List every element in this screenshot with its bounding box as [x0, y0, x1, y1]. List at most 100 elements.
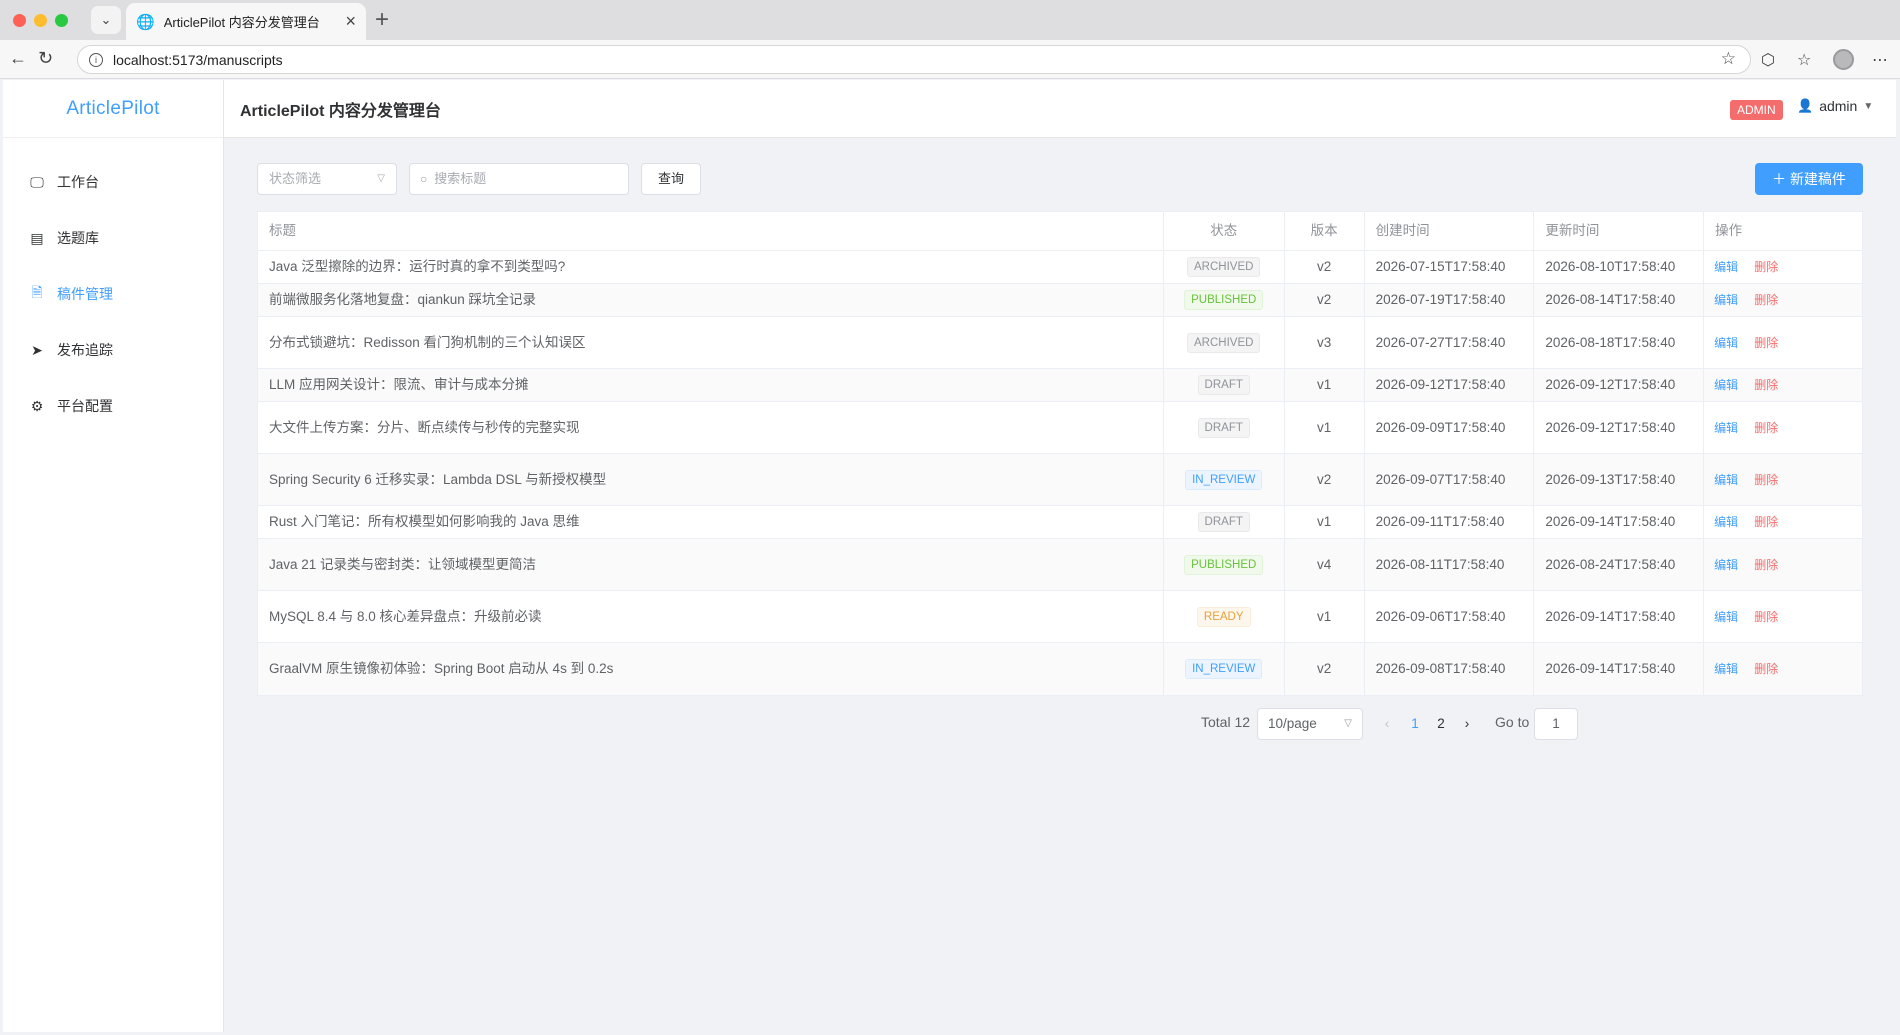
cell-status: DRAFT — [1164, 506, 1285, 538]
cell-updated: 2026-08-18T17:58:40 — [1534, 317, 1705, 368]
browser-window: ⌄ 🌐 ArticlePilot 内容分发管理台 × + ← ↻ i local… — [0, 0, 1900, 1035]
cell-version: v1 — [1285, 402, 1365, 453]
column-header-status[interactable]: 状态 — [1164, 212, 1285, 250]
new-tab-button[interactable]: + — [375, 6, 389, 34]
maximize-window-button[interactable] — [55, 14, 68, 27]
table-row: Rust 入门笔记：所有权模型如何影响我的 Java 思维 DRAFT v1 2026… — [258, 506, 1862, 539]
sidebar-item-publish-tracking[interactable]: ➤ 发布追踪 — [3, 322, 223, 378]
column-header-version[interactable]: 版本 — [1285, 212, 1365, 250]
status-filter-select[interactable]: 状态筛选 ▽ — [257, 163, 397, 195]
app-root: ArticlePilot 🖵 工作台 ▤ 选题库 🗎 稿件管理 ➤ 发布追踪 ⚙… — [3, 80, 1896, 1032]
cell-created: 2026-09-07T17:58:40 — [1365, 454, 1535, 505]
cell-updated: 2026-09-12T17:58:40 — [1534, 369, 1705, 401]
cell-created: 2026-07-27T17:58:40 — [1365, 317, 1535, 368]
page-1-button[interactable]: 1 — [1402, 708, 1428, 740]
sidebar-item-topics[interactable]: ▤ 选题库 — [3, 210, 223, 266]
sidebar-item-label: 选题库 — [57, 230, 99, 246]
url-field[interactable]: i localhost:5173/manuscripts ☆ — [77, 45, 1751, 74]
cell-updated: 2026-08-14T17:58:40 — [1534, 284, 1705, 316]
edit-link[interactable]: 编辑 — [1714, 469, 1738, 491]
column-header-updated[interactable]: 更新时间 — [1534, 212, 1705, 250]
status-badge: READY — [1196, 606, 1251, 627]
cell-actions: 编辑 删除 — [1704, 402, 1862, 453]
chevron-down-icon: ▽ — [1344, 718, 1352, 729]
delete-link[interactable]: 删除 — [1754, 554, 1778, 576]
site-info-icon[interactable]: i — [89, 52, 103, 67]
cell-status: ARCHIVED — [1164, 251, 1285, 283]
cell-created: 2026-08-11T17:58:40 — [1365, 539, 1535, 590]
cell-version: v4 — [1285, 539, 1365, 590]
goto-page-input[interactable]: 1 — [1534, 708, 1578, 740]
tab-title: ArticlePilot 内容分发管理台 — [163, 15, 320, 30]
bookmark-star-icon[interactable]: ☆ — [1721, 49, 1736, 69]
cell-actions: 编辑 删除 — [1704, 284, 1862, 316]
delete-link[interactable]: 删除 — [1754, 606, 1778, 628]
delete-link[interactable]: 删除 — [1754, 332, 1778, 354]
edit-link[interactable]: 编辑 — [1714, 374, 1738, 396]
table-row: 大文件上传方案：分片、断点续传与秒传的完整实现 DRAFT v1 2026-09-09… — [258, 402, 1862, 454]
app-logo[interactable]: ArticlePilot — [3, 80, 223, 138]
back-arrow-icon[interactable]: ← — [9, 48, 27, 69]
prev-page-icon[interactable]: ‹ — [1374, 708, 1400, 740]
new-manuscript-button[interactable]: ＋ 新建稿件 — [1755, 163, 1863, 195]
search-input[interactable]: ○ 搜索标题 — [409, 163, 629, 195]
profile-avatar-icon[interactable] — [1833, 49, 1854, 70]
edit-link[interactable]: 编辑 — [1714, 554, 1738, 576]
delete-link[interactable]: 删除 — [1754, 289, 1778, 311]
edit-link[interactable]: 编辑 — [1714, 289, 1738, 311]
close-tab-icon[interactable]: × — [345, 11, 356, 32]
cell-actions: 编辑 删除 — [1704, 251, 1862, 283]
cell-created: 2026-09-12T17:58:40 — [1365, 369, 1535, 401]
edit-link[interactable]: 编辑 — [1714, 332, 1738, 354]
username: admin — [1819, 98, 1858, 114]
edit-link[interactable]: 编辑 — [1714, 606, 1738, 628]
status-badge: PUBLISHED — [1184, 290, 1264, 310]
cell-version: v3 — [1285, 317, 1365, 368]
extensions-icon[interactable]: ⬡ — [1761, 50, 1775, 70]
more-menu-icon[interactable]: ⋯ — [1872, 50, 1888, 70]
sidebar-item-platform-config[interactable]: ⚙ 平台配置 — [3, 378, 223, 434]
query-button[interactable]: 查询 — [641, 163, 701, 195]
delete-link[interactable]: 删除 — [1754, 469, 1778, 491]
cell-status: PUBLISHED — [1164, 284, 1285, 316]
sidebar-item-manuscripts[interactable]: 🗎 稿件管理 — [3, 266, 223, 322]
cell-title: 前端微服务化落地复盘：qiankun 踩坑全记录 — [258, 284, 1164, 316]
edit-link[interactable]: 编辑 — [1714, 256, 1738, 278]
sidebar-item-workbench[interactable]: 🖵 工作台 — [3, 154, 223, 210]
column-header-created[interactable]: 创建时间 — [1365, 212, 1535, 250]
user-menu[interactable]: 👤 admin ▼ — [1797, 98, 1873, 114]
next-page-icon[interactable]: › — [1454, 708, 1480, 740]
delete-link[interactable]: 删除 — [1754, 374, 1778, 396]
delete-link[interactable]: 删除 — [1754, 417, 1778, 439]
cell-status: ARCHIVED — [1164, 317, 1285, 368]
edit-link[interactable]: 编辑 — [1714, 511, 1738, 533]
delete-link[interactable]: 删除 — [1754, 511, 1778, 533]
tab-bar: ⌄ 🌐 ArticlePilot 内容分发管理台 × + — [0, 0, 1900, 40]
status-badge: DRAFT — [1197, 512, 1250, 532]
sidebar-item-label: 工作台 — [57, 174, 99, 190]
reload-icon[interactable]: ↻ — [38, 48, 53, 69]
app-header: ArticlePilot 内容分发管理台 ADMIN 👤 admin ▼ — [224, 80, 1896, 138]
main-content: 状态筛选 ▽ ○ 搜索标题 查询 ＋ 新建稿件 标题 状态 版本 创建时间 更新… — [224, 138, 1896, 1032]
favorites-icon[interactable]: ☆ — [1797, 50, 1811, 70]
minimize-window-button[interactable] — [34, 14, 47, 27]
delete-link[interactable]: 删除 — [1754, 256, 1778, 278]
browser-tab[interactable]: 🌐 ArticlePilot 内容分发管理台 × — [126, 3, 366, 40]
edit-link[interactable]: 编辑 — [1714, 658, 1738, 680]
cell-updated: 2026-09-14T17:58:40 — [1534, 643, 1705, 695]
page-size-value: 10/page — [1268, 716, 1317, 731]
user-icon: 👤 — [1797, 98, 1814, 113]
column-header-title[interactable]: 标题 — [258, 212, 1164, 250]
cell-status: PUBLISHED — [1164, 539, 1285, 590]
cell-updated: 2026-08-24T17:58:40 — [1534, 539, 1705, 590]
tab-list-chevron-icon[interactable]: ⌄ — [91, 6, 121, 34]
close-window-button[interactable] — [13, 14, 26, 27]
cell-status: DRAFT — [1164, 402, 1285, 453]
edit-link[interactable]: 编辑 — [1714, 417, 1738, 439]
globe-icon: 🌐 — [136, 13, 155, 31]
page-size-select[interactable]: 10/page ▽ — [1257, 708, 1363, 740]
delete-link[interactable]: 删除 — [1754, 658, 1778, 680]
table-row: Java 泛型擦除的边界：运行时真的拿不到类型吗? ARCHIVED v2 2026-… — [258, 251, 1862, 284]
page-2-button[interactable]: 2 — [1428, 708, 1454, 740]
search-icon: ○ — [420, 172, 428, 186]
